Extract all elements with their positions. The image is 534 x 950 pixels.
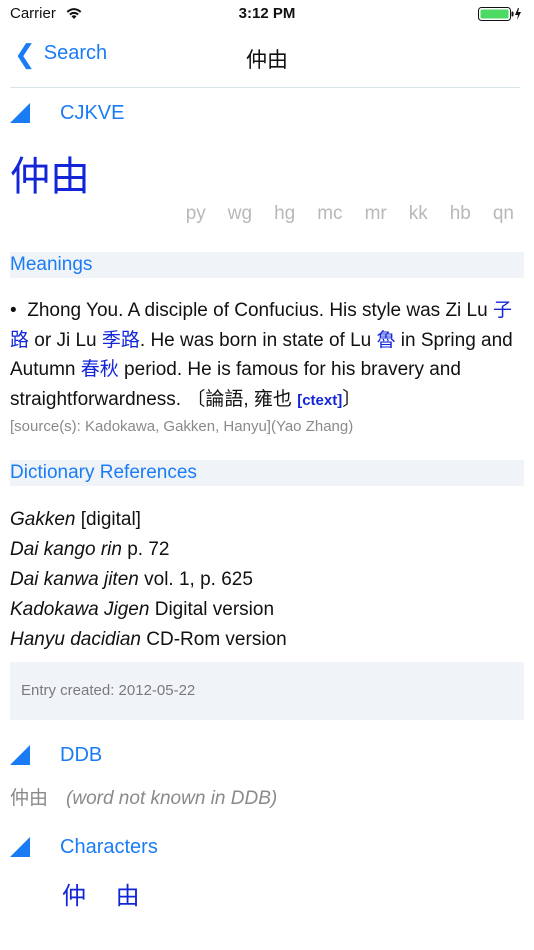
status-bar: Carrier 3:12 PM (0, 0, 534, 30)
cjk-link[interactable]: 魯 (376, 329, 395, 351)
tab-hg[interactable]: hg (274, 203, 295, 225)
section-header-ddb[interactable]: DDB (10, 741, 102, 769)
headword: 仲由 (10, 154, 90, 200)
clock: 3:12 PM (238, 5, 296, 22)
cjk-link[interactable]: 季路 (102, 329, 140, 351)
bullet: • (10, 300, 17, 321)
list-item: Dai kango rin p. 72 (10, 535, 287, 565)
disclosure-triangle-icon (10, 745, 30, 765)
meaning-part: 〕 (342, 388, 362, 410)
reference-detail: p. 72 (121, 539, 170, 560)
tab-mr[interactable]: mr (365, 203, 387, 225)
section-header-cjkve[interactable]: CJKVE (10, 99, 124, 127)
dictionary-references-list: Gakken [digital] Dai kango rin p. 72 Dai… (10, 505, 287, 655)
cjk-link[interactable]: 春秋 (81, 358, 119, 380)
section-label-cjkve: CJKVE (60, 101, 125, 124)
meaning-part: . He was born in state of Lu (139, 329, 377, 351)
meanings-header: Meanings (10, 252, 524, 278)
character-link[interactable]: 仲 (62, 882, 86, 910)
tab-kk[interactable]: kk (409, 203, 428, 225)
reference-detail: CD-Rom version (140, 629, 287, 650)
tab-wg[interactable]: wg (228, 203, 252, 225)
ctext-link[interactable]: [ctext] (297, 392, 342, 409)
list-item: Kadokawa Jigen Digital version (10, 595, 287, 625)
ddb-note: (word not known in DDB) (66, 788, 278, 809)
reference-title: Gakken (10, 509, 76, 530)
character-list: 仲 由 (62, 876, 162, 911)
navigation-bar: ❮ Search 仲由 (0, 30, 534, 86)
source-note: [source(s): Kadokawa, Gakken, Hanyu](Yao… (10, 418, 354, 435)
reference-title: Kadokawa Jigen (10, 599, 150, 620)
section-header-characters[interactable]: Characters (10, 833, 158, 861)
list-item: Hanyu dacidian CD-Rom version (10, 625, 287, 655)
tab-qn[interactable]: qn (493, 203, 514, 225)
character-link[interactable]: 由 (116, 882, 140, 910)
ddb-word: 仲由 (10, 787, 49, 809)
section-label-ddb: DDB (60, 743, 103, 766)
tab-py[interactable]: py (186, 203, 206, 225)
meaning-text: • Zhong You. A disciple of Confucius. Hi… (10, 296, 516, 415)
disclosure-triangle-icon (10, 837, 30, 857)
list-item: Gakken [digital] (10, 505, 287, 535)
list-item: Dai kanwa jiten vol. 1, p. 625 (10, 565, 287, 595)
divider (10, 87, 520, 88)
romanization-tabs: py wg hg mc mr kk hb qn (164, 203, 514, 225)
reference-detail: vol. 1, p. 625 (138, 569, 253, 590)
tab-hb[interactable]: hb (450, 203, 471, 225)
entry-created-box: Entry created: 2012-05-22 (10, 662, 524, 720)
reference-title: Hanyu dacidian (10, 629, 141, 650)
reference-detail: Digital version (149, 599, 275, 620)
meaning-part: or Ji Lu (29, 329, 102, 351)
ddb-result: 仲由 (word not known in DDB) (10, 783, 277, 810)
tab-mc[interactable]: mc (317, 203, 342, 225)
reference-title: Dai kango rin (10, 539, 122, 560)
section-label-characters: Characters (60, 835, 158, 858)
battery-icon (478, 6, 522, 22)
reference-detail: [digital] (75, 509, 141, 530)
page-title: 仲由 (246, 49, 288, 72)
dictionary-references-header: Dictionary References (10, 460, 524, 486)
meaning-part: Zhong You. A disciple of Confucius. His … (27, 300, 493, 321)
reference-title: Dai kanwa jiten (10, 569, 139, 590)
entry-created-text: Entry created: 2012-05-22 (21, 682, 196, 699)
disclosure-triangle-icon (10, 103, 30, 123)
